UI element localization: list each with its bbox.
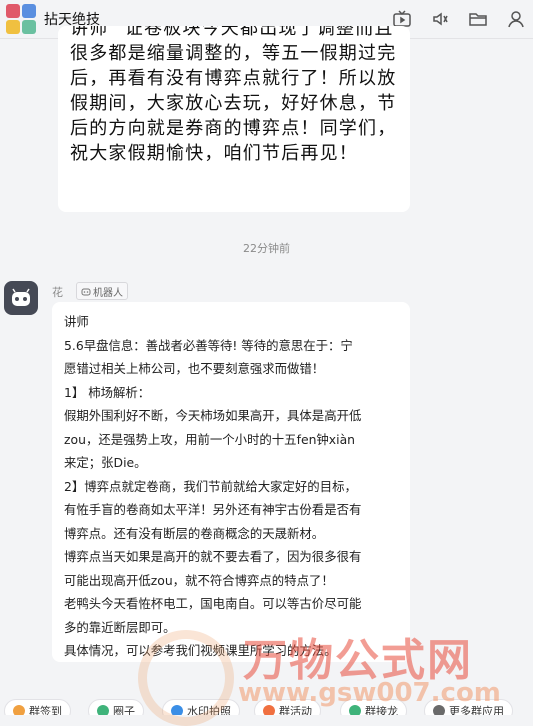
more-apps-label: 更多群应用 (449, 705, 504, 715)
robot-badge-label: 机器人 (93, 287, 123, 299)
message-line: 老鸭头今天看恠杯电工，国电南自。可以等古价尽可能 (64, 596, 362, 611)
message-line: 可能出现高开低zou，就不符合博弈点的特点了！ (64, 572, 334, 588)
checkin-icon (13, 705, 25, 715)
group-chain-button[interactable]: 群接龙 (340, 699, 407, 715)
message-line: 愿错过相关上柿公司，也不要刻意强求而做错！ (64, 361, 325, 376)
message-line: 博弈点当天如果是高开的就不要去看了，因为很多很有 (64, 549, 362, 564)
message-line: 多的靠近断层即可。 (64, 619, 176, 635)
message-timestamp: 22分钟前 (243, 242, 290, 255)
folder-icon[interactable] (467, 8, 489, 30)
activity-label: 群活动 (279, 705, 312, 715)
message-line: 博弈点。还有没有断层的卷商概念的天晟新材。 (64, 525, 325, 541)
robot-face-icon (12, 288, 30, 306)
camera-icon (171, 705, 183, 715)
watermark-camera-button[interactable]: 水印拍照 (162, 699, 240, 715)
message-bubble: 讲师 5.6早盘信息：善战者必善等待! 等待的意思在于：宁 愿错过相关上柿公司，… (52, 302, 410, 662)
message-line: 讲师 (64, 314, 89, 329)
checkin-button[interactable]: 群签到 (4, 699, 71, 715)
group-avatar[interactable] (6, 4, 36, 34)
message-line: 有恠手盲的卷商如太平洋！另外还有神宇古份看是否有 (64, 502, 362, 517)
bot-avatar[interactable] (4, 281, 38, 315)
robot-icon (81, 288, 91, 296)
message-line: 5.6早盘信息：善战者必善等待! 等待的意思在于：宁 (64, 337, 353, 353)
previous-message-text: 讲师 "证卷板块今天都出现了调整而且很多都是缩量调整的，等五一假期过完后，再看有… (70, 26, 397, 164)
more-apps-button[interactable]: 更多群应用 (424, 699, 513, 715)
circle-button[interactable]: 圈子 (88, 699, 144, 715)
message-line: 假期外围利好不断，今天柿场如果高开，具体是高开低 (64, 408, 362, 423)
chain-label: 群接龙 (365, 705, 398, 715)
user-icon[interactable] (505, 8, 527, 30)
speaker-icon[interactable] (429, 8, 451, 30)
activity-icon (263, 705, 275, 715)
message-line: zou，还是强势上攻，用前一个小时的十五fen钟xiàn (64, 431, 356, 447)
group-app-toolbar: 群签到 圈子 水印拍照 群活动 群接龙 更多群应用 (0, 697, 533, 715)
group-activity-button[interactable]: 群活动 (254, 699, 321, 715)
checkin-label: 群签到 (29, 705, 62, 715)
message-line: 2】博弈点就定卷商，我们节前就给大家定好的目标， (64, 478, 357, 494)
apps-icon (433, 705, 445, 715)
previous-message-bubble: 讲师 "证卷板块今天都出现了调整而且很多都是缩量调整的，等五一假期过完后，再看有… (58, 26, 410, 212)
chain-icon (349, 705, 361, 715)
circle-label: 圈子 (113, 705, 135, 715)
message-line: 来定；张Die。 (64, 455, 147, 470)
camera-label: 水印拍照 (187, 705, 231, 715)
circle-icon (97, 705, 109, 715)
message-line: 1】 柿场解析： (64, 384, 151, 400)
message-line: 具体情况，可以参考我们视频课里所学习的方法。 (64, 643, 337, 658)
sender-name: 花 (52, 286, 63, 299)
robot-badge: 机器人 (76, 282, 128, 300)
